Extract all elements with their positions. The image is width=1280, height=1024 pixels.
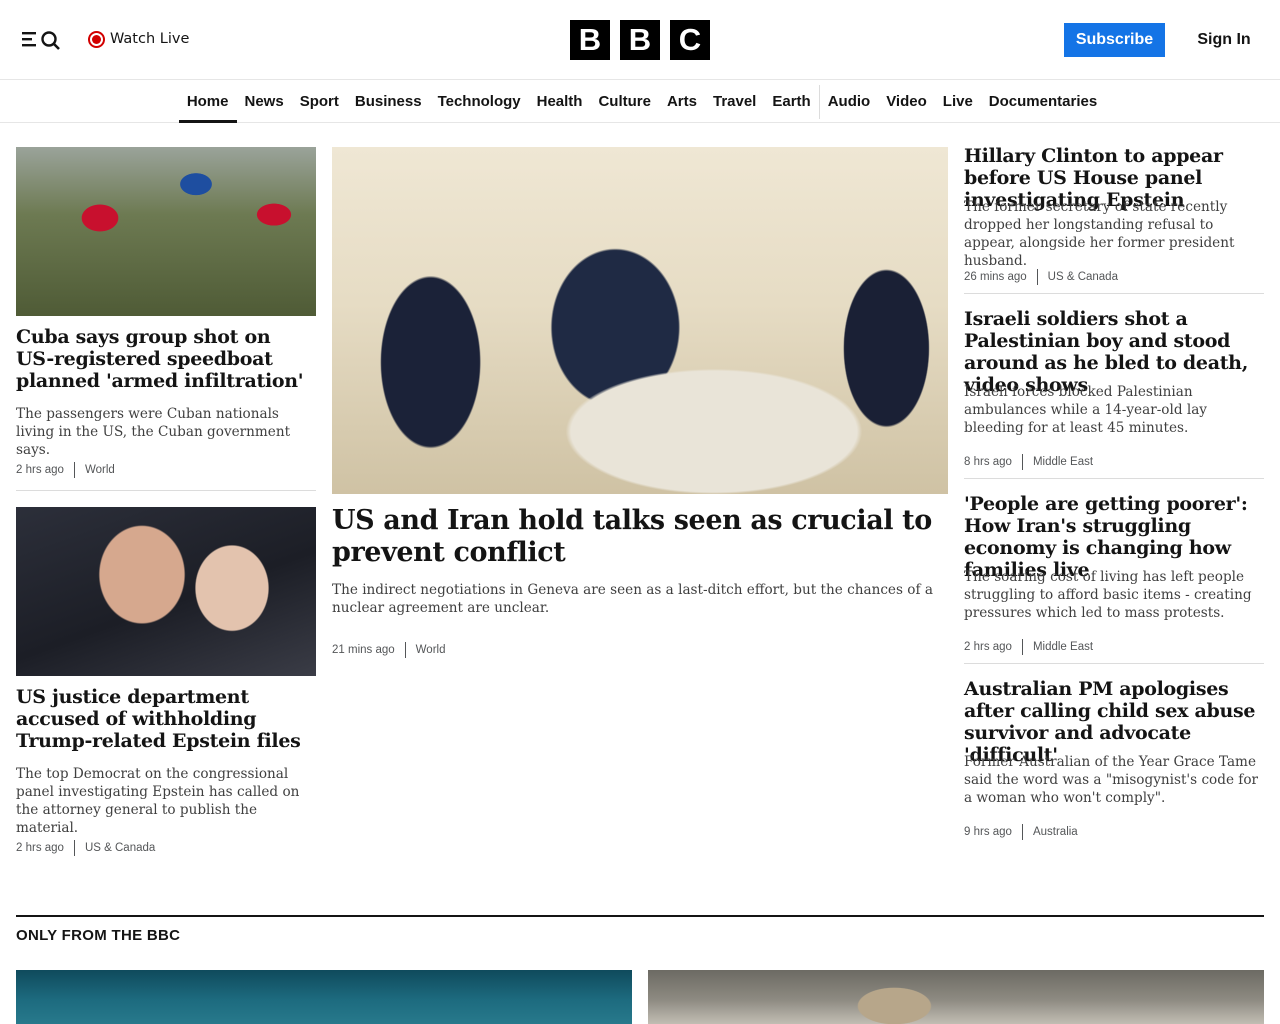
only-from-bbc-image-2[interactable] [648,970,1264,1024]
only-from-bbc-image-1[interactable] [16,970,632,1024]
story-divider [964,663,1264,664]
story-timestamp: 2 hrs ago [16,842,64,854]
live-indicator-icon [88,30,105,48]
only-from-bbc-title: ONLY FROM THE BBC [16,927,181,944]
iran-economy-story-meta: 2 hrs ago Middle East [964,639,1093,655]
clinton-story-meta: 26 mins ago US & Canada [964,269,1118,285]
meta-separator [1021,824,1023,840]
meta-separator [1021,454,1023,470]
lead-story-image[interactable] [332,147,948,494]
story-section[interactable]: World [85,464,115,476]
section-rule [16,915,1264,917]
subscribe-button[interactable]: Subscribe [1064,23,1165,57]
logo-letter: C [670,20,710,60]
nav-item-technology[interactable]: Technology [430,81,529,122]
nav-item-home[interactable]: Home [178,81,237,123]
nav-item-business[interactable]: Business [347,81,430,122]
nav-item-travel[interactable]: Travel [705,81,764,122]
nav-item-arts[interactable]: Arts [659,81,705,122]
lead-story-meta: 21 mins ago World [332,642,445,658]
cuba-story-meta: 2 hrs ago World [16,462,115,478]
story-timestamp: 21 mins ago [332,644,395,656]
epstein-files-story-summary: The top Democrat on the congressional pa… [16,766,300,836]
lead-story-headline[interactable]: US and Iran hold talks seen as crucial t… [332,505,932,569]
australia-story-summary: Former Australian of the Year Grace Tame… [964,754,1259,806]
meta-separator [73,840,75,856]
nav-item-health[interactable]: Health [529,81,591,122]
clinton-story-summary: The former secretary of state recently d… [964,199,1235,269]
australia-story-meta: 9 hrs ago Australia [964,824,1078,840]
sign-in-button[interactable]: Sign In [1188,23,1260,57]
lead-story-summary: The indirect negotiations in Geneva are … [332,582,933,616]
watch-live-label: Watch Live [110,31,190,47]
nav-item-sport[interactable]: Sport [292,81,347,122]
nav-item-earth[interactable]: Earth [764,81,818,122]
story-divider [964,293,1264,294]
bbc-logo[interactable]: B B C [570,20,710,60]
nav-item-culture[interactable]: Culture [590,81,659,122]
logo-letter: B [570,20,610,60]
menu-search-icon[interactable] [22,28,62,50]
cuba-story-summary: The passengers were Cuban nationals livi… [16,406,291,458]
story-timestamp: 8 hrs ago [964,456,1012,468]
israeli-soldiers-story-meta: 8 hrs ago Middle East [964,454,1093,470]
story-timestamp: 2 hrs ago [964,641,1012,653]
meta-separator [73,462,75,478]
story-section[interactable]: US & Canada [1048,271,1118,283]
nav-item-audio[interactable]: Audio [820,81,879,122]
iran-economy-story-summary: The soaring cost of living has left peop… [964,569,1252,621]
israeli-soldiers-story-summary: Israeli forces blocked Palestinian ambul… [964,384,1207,436]
nav-item-documentaries[interactable]: Documentaries [981,81,1105,122]
story-section[interactable]: Middle East [1033,641,1093,653]
meta-separator [1021,639,1023,655]
meta-separator [404,642,406,658]
story-timestamp: 2 hrs ago [16,464,64,476]
story-divider [964,478,1264,479]
site-header: Watch Live B B C Subscribe Sign In [0,0,1280,80]
nav-item-video[interactable]: Video [878,81,935,122]
meta-separator [1036,269,1038,285]
story-timestamp: 9 hrs ago [964,826,1012,838]
story-section[interactable]: World [416,644,446,656]
story-divider [16,490,316,491]
cuba-story-image[interactable] [16,147,316,316]
story-section[interactable]: Middle East [1033,456,1093,468]
story-section[interactable]: US & Canada [85,842,155,854]
nav-item-news[interactable]: News [237,81,292,122]
story-timestamp: 26 mins ago [964,271,1027,283]
nav-item-live[interactable]: Live [935,81,981,122]
logo-letter: B [620,20,660,60]
watch-live-link[interactable]: Watch Live [88,28,189,50]
epstein-files-story-headline[interactable]: US justice department accused of withhol… [16,686,312,752]
epstein-files-story-image[interactable] [16,507,316,676]
main-nav: Home News Sport Business Technology Heal… [0,81,1280,123]
story-section[interactable]: Australia [1033,826,1078,838]
epstein-files-story-meta: 2 hrs ago US & Canada [16,840,155,856]
cuba-story-headline[interactable]: Cuba says group shot on US-registered sp… [16,326,312,392]
